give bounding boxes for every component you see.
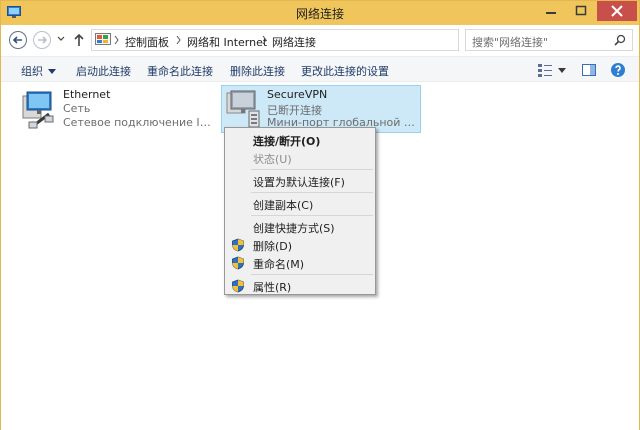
breadcrumb-separator-icon[interactable] [176, 35, 182, 45]
search-input[interactable]: 搜索"网络连接" [465, 29, 633, 51]
menu-item-label: 设置为默认连接(F) [253, 176, 345, 189]
recent-locations-chevron-icon[interactable] [57, 36, 65, 42]
view-options-icon[interactable] [537, 62, 553, 78]
preview-pane-icon[interactable] [581, 62, 597, 78]
menu-separator [251, 215, 373, 216]
breadcrumb-network-internet[interactable]: 网络和 Internet [187, 34, 267, 50]
navigation-bar: 控制面板 网络和 Internet 网络连接 搜索"网络连接" [1, 25, 639, 55]
uac-shield-icon [232, 238, 244, 252]
menu-item-delete[interactable]: 删除(D) [227, 235, 373, 255]
menu-separator [251, 169, 373, 170]
menu-item-label: 重命名(M) [253, 258, 305, 271]
connection-item-securevpn[interactable]: SecureVPN 已断开连接 Мини-порт глобальной сет… [221, 85, 421, 133]
breadcrumb-network-connections[interactable]: 网络连接 [272, 34, 316, 50]
network-connections-window: 网络连接 控制面板 网络和 Internet 网络连接 搜索"网络连接" 组织 … [0, 0, 640, 430]
breadcrumb-control-panel[interactable]: 控制面板 [125, 34, 169, 50]
menu-item-label: 删除(D) [253, 240, 293, 253]
menu-item-label: 连接/断开(O) [253, 135, 321, 148]
close-icon [611, 5, 623, 17]
menu-separator [251, 192, 373, 193]
uac-shield-icon [232, 279, 244, 293]
forward-button[interactable] [33, 31, 51, 49]
maximize-button[interactable] [567, 1, 595, 21]
back-button[interactable] [9, 31, 27, 49]
connection-item-ethernet[interactable]: Ethernet Сеть Сетевое подключение Intel(… [17, 87, 213, 133]
back-arrow-icon [12, 36, 22, 44]
menu-item-label: 创建快捷方式(S) [253, 222, 335, 235]
chevron-down-icon[interactable] [558, 68, 566, 73]
start-connection-button[interactable]: 启动此连接 [76, 63, 131, 79]
context-menu: 连接/断开(O) 状态(U) 设置为默认连接(F) 创建副本(C) 创建快捷方式… [224, 127, 376, 295]
connection-status: Сеть [63, 102, 91, 115]
menu-item-rename[interactable]: 重命名(M) [227, 253, 373, 273]
menu-item-create-copy[interactable]: 创建副本(C) [227, 194, 373, 214]
help-icon[interactable] [610, 62, 626, 78]
change-settings-button[interactable]: 更改此连接的设置 [301, 63, 389, 79]
minimize-icon [546, 12, 556, 14]
uac-shield-icon [232, 256, 244, 270]
connection-device: Сетевое подключение Intel(R) ... [63, 116, 213, 129]
menu-separator [251, 274, 373, 275]
menu-item-status[interactable]: 状态(U) [227, 148, 373, 168]
menu-item-connect-disconnect[interactable]: 连接/断开(O) [227, 130, 373, 150]
connection-name: Ethernet [63, 88, 111, 101]
control-panel-icon [95, 33, 111, 45]
forward-arrow-icon [38, 36, 48, 44]
vpn-adapter-icon [226, 90, 260, 128]
menu-item-properties[interactable]: 属性(R) [227, 276, 373, 296]
organize-button[interactable]: 组织 [21, 63, 56, 79]
delete-connection-button[interactable]: 删除此连接 [230, 63, 285, 79]
menu-item-label: 创建副本(C) [253, 199, 314, 212]
close-button[interactable] [597, 1, 637, 21]
menu-item-label: 状态(U) [253, 153, 292, 166]
menu-item-create-shortcut[interactable]: 创建快捷方式(S) [227, 217, 373, 237]
menu-item-set-default[interactable]: 设置为默认连接(F) [227, 171, 373, 191]
connection-name: SecureVPN [267, 88, 328, 101]
chevron-down-icon [48, 69, 56, 74]
command-bar: 组织 启动此连接 重命名此连接 删除此连接 更改此连接的设置 [1, 56, 639, 82]
menu-item-label: 属性(R) [253, 281, 292, 294]
breadcrumb-separator-icon [114, 35, 119, 45]
ethernet-adapter-icon [22, 91, 54, 129]
maximize-icon [575, 5, 587, 16]
breadcrumb-separator-icon[interactable] [262, 35, 268, 45]
search-placeholder: 搜索"网络连接" [472, 36, 549, 49]
organize-label: 组织 [21, 65, 43, 78]
up-arrow-icon[interactable] [73, 32, 85, 48]
title-bar[interactable]: 网络连接 [1, 1, 639, 25]
address-bar[interactable]: 控制面板 网络和 Internet 网络连接 [91, 29, 539, 51]
minimize-button[interactable] [537, 1, 565, 21]
rename-connection-button[interactable]: 重命名此连接 [147, 63, 213, 79]
search-icon[interactable] [614, 34, 626, 46]
